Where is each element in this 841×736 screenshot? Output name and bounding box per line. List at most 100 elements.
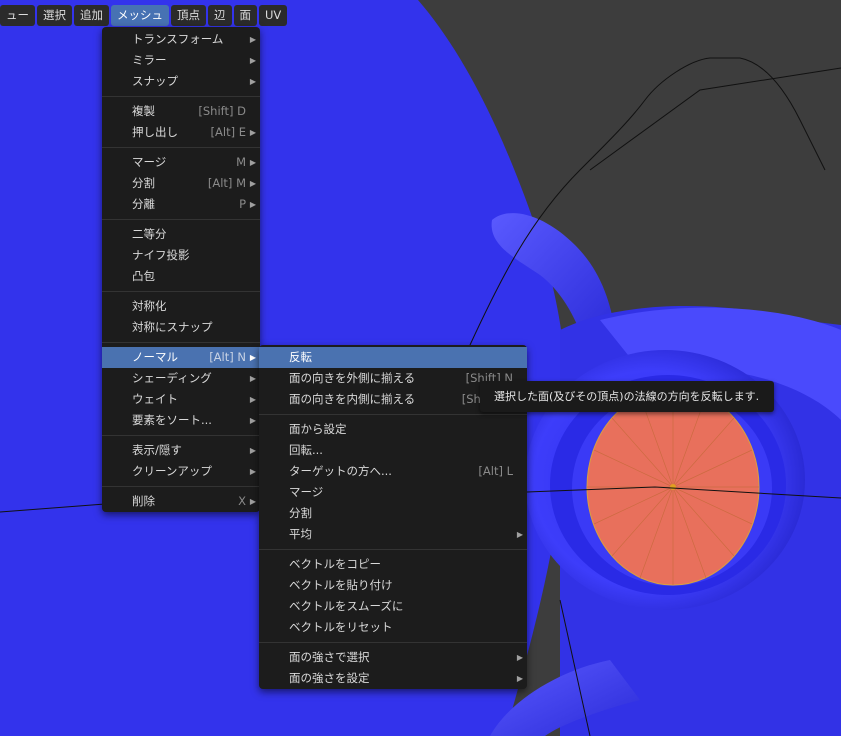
menu-item-normals-split[interactable]: 分割 (259, 503, 527, 524)
menu-item-label: ミラー (132, 53, 167, 67)
menu-item-label: 分割 (132, 176, 155, 190)
submenu-arrow-icon: ▶ (249, 128, 256, 137)
tooltip: 選択した面(及びその頂点)の法線の方向を反転します. (480, 381, 774, 412)
shortcut-label: [Shift] D (198, 104, 246, 118)
menu-item-symmetrize[interactable]: 対称化 (102, 296, 260, 317)
shortcut-label: X (238, 494, 246, 508)
menu-item-delete[interactable]: 削除 X ▶ (102, 491, 260, 512)
shortcut-label: [Alt] N (209, 350, 246, 364)
menu-item-label: 二等分 (132, 227, 167, 241)
menu-item-set-from-faces[interactable]: 面から設定 (259, 419, 527, 440)
menu-item-label: 対称にスナップ (132, 320, 213, 334)
menu-item-sort-elements[interactable]: 要素をソート... ▶ (102, 410, 260, 431)
menu-item-label: 複製 (132, 104, 155, 118)
menu-item-snap-to-symmetry[interactable]: 対称にスナップ (102, 317, 260, 338)
menu-separator (259, 638, 527, 647)
submenu-arrow-icon: ▶ (516, 530, 523, 539)
menu-item-rotate[interactable]: 回転... (259, 440, 527, 461)
menu-item-split[interactable]: 分割 [Alt] M ▶ (102, 173, 260, 194)
menu-item-normals[interactable]: ノーマル [Alt] N ▶ (102, 347, 260, 368)
menu-item-snap[interactable]: スナップ ▶ (102, 71, 260, 92)
submenu-arrow-icon: ▶ (516, 653, 523, 662)
menu-item-label: 対称化 (132, 299, 167, 313)
submenu-arrow-icon: ▶ (249, 374, 256, 383)
submenu-arrow-icon: ▶ (516, 674, 523, 683)
menu-separator (102, 92, 260, 101)
menu-mesh[interactable]: メッシュ (111, 5, 169, 26)
menu-edge[interactable]: 辺 (208, 5, 232, 26)
submenu-arrow-icon: ▶ (249, 77, 256, 86)
submenu-arrow-icon: ▶ (249, 353, 256, 362)
menu-add[interactable]: 追加 (74, 5, 109, 26)
menu-item-knife-project[interactable]: ナイフ投影 (102, 245, 260, 266)
submenu-arrow-icon: ▶ (249, 158, 256, 167)
menu-item-label: シェーディング (132, 371, 212, 385)
menu-item-convex-hull[interactable]: 凸包 (102, 266, 260, 287)
shortcut-label: [Alt] E (210, 125, 246, 139)
menu-item-label: 面の向きを外側に揃える (289, 371, 416, 385)
menu-separator (102, 338, 260, 347)
menu-item-reset-vectors[interactable]: ベクトルをリセット (259, 617, 527, 638)
menu-item-label: 面から設定 (289, 422, 347, 436)
menu-separator (102, 143, 260, 152)
menu-item-extrude[interactable]: 押し出し [Alt] E ▶ (102, 122, 260, 143)
menu-item-label: 面の強さで選択 (289, 650, 370, 664)
menu-item-label: 要素をソート... (132, 413, 212, 427)
menu-item-label: クリーンアップ (132, 464, 212, 478)
menu-item-mirror[interactable]: ミラー ▶ (102, 50, 260, 71)
menu-uv[interactable]: UV (259, 5, 288, 26)
menu-item-label: ベクトルをスムーズに (289, 599, 404, 613)
submenu-arrow-icon: ▶ (249, 446, 256, 455)
submenu-arrow-icon: ▶ (249, 497, 256, 506)
menu-item-label: 削除 (132, 494, 155, 508)
menu-item-label: 凸包 (132, 269, 155, 283)
menu-item-transform[interactable]: トランスフォーム ▶ (102, 29, 260, 50)
menu-item-label: ベクトルをコピー (289, 557, 381, 571)
menu-item-shading[interactable]: シェーディング ▶ (102, 368, 260, 389)
submenu-arrow-icon: ▶ (249, 467, 256, 476)
menu-item-copy-vector[interactable]: ベクトルをコピー (259, 554, 527, 575)
menu-separator (259, 545, 527, 554)
menu-item-label: ベクトルをリセット (289, 620, 393, 634)
menu-item-label: 反転 (289, 350, 312, 364)
menu-item-normals-merge[interactable]: マージ (259, 482, 527, 503)
menu-item-label: 表示/隠す (132, 443, 182, 457)
menu-item-merge[interactable]: マージ M ▶ (102, 152, 260, 173)
shortcut-label: M (236, 155, 246, 169)
menu-select[interactable]: 選択 (37, 5, 72, 26)
menu-face[interactable]: 面 (233, 5, 257, 26)
menu-item-separate[interactable]: 分離 P ▶ (102, 194, 260, 215)
shortcut-label: P (239, 197, 246, 211)
menu-item-clean-up[interactable]: クリーンアップ ▶ (102, 461, 260, 482)
menu-item-label: スナップ (132, 74, 178, 88)
menu-item-label: 回転... (289, 443, 323, 457)
menu-item-duplicate[interactable]: 複製 [Shift] D (102, 101, 260, 122)
submenu-arrow-icon: ▶ (249, 179, 256, 188)
menu-item-flip[interactable]: 反転 (259, 347, 527, 368)
submenu-arrow-icon: ▶ (249, 395, 256, 404)
menu-item-bisect[interactable]: 二等分 (102, 224, 260, 245)
shortcut-label: [Alt] M (207, 176, 246, 190)
menu-item-label: 押し出し (132, 125, 178, 139)
menu-separator (102, 287, 260, 296)
menu-item-label: ノーマル (132, 350, 178, 364)
menu-item-label: ナイフ投影 (132, 248, 190, 262)
menu-item-show-hide[interactable]: 表示/隠す ▶ (102, 440, 260, 461)
submenu-arrow-icon: ▶ (249, 56, 256, 65)
menu-item-label: 平均 (289, 527, 312, 541)
menu-item-paste-vector[interactable]: ベクトルを貼り付け (259, 575, 527, 596)
menu-item-label: 面の向きを内側に揃える (289, 392, 416, 406)
menu-item-set-face-strength[interactable]: 面の強さを設定 ▶ (259, 668, 527, 689)
submenu-arrow-icon: ▶ (249, 416, 256, 425)
menu-item-smooth-vectors[interactable]: ベクトルをスムーズに (259, 596, 527, 617)
menu-view[interactable]: ュー (0, 5, 35, 26)
shortcut-label: [Alt] L (478, 464, 513, 478)
menu-vertex[interactable]: 頂点 (171, 5, 206, 26)
menu-separator (102, 215, 260, 224)
menu-item-weights[interactable]: ウェイト ▶ (102, 389, 260, 410)
menu-item-select-by-face-strength[interactable]: 面の強さで選択 ▶ (259, 647, 527, 668)
menu-item-point-to-target[interactable]: ターゲットの方へ... [Alt] L (259, 461, 527, 482)
menu-separator (102, 431, 260, 440)
menu-item-label: 分離 (132, 197, 155, 211)
menu-item-average[interactable]: 平均 ▶ (259, 524, 527, 545)
